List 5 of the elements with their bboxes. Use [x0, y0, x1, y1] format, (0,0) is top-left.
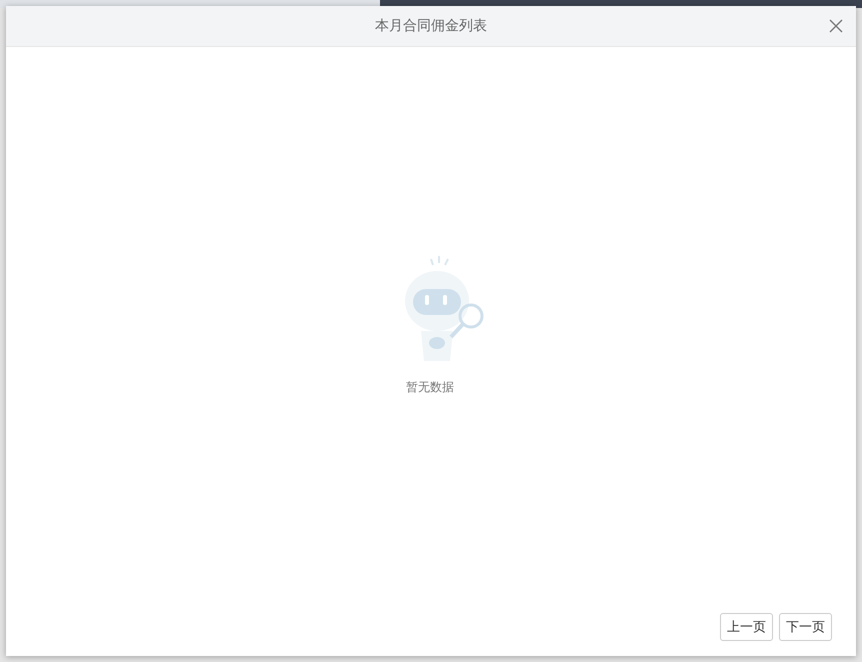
empty-message: 暂无数据 — [406, 379, 454, 396]
dialog-title: 本月合同佣金列表 — [375, 17, 487, 35]
close-icon[interactable] — [829, 19, 843, 33]
next-page-button[interactable]: 下一页 — [779, 613, 832, 641]
previous-page-button[interactable]: 上一页 — [720, 613, 773, 641]
